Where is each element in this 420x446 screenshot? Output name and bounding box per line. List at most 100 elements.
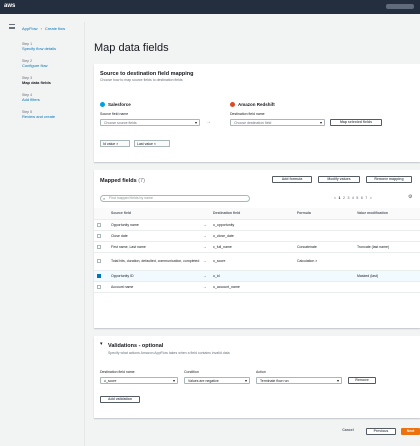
panel-subtitle: Specify what actions Amazon AppFlow take… <box>108 351 230 355</box>
destination-field-select[interactable]: Choose destination field <box>230 119 325 126</box>
pagination-page[interactable]: 1 <box>339 196 341 200</box>
pagination-page[interactable]: 5 <box>356 196 358 200</box>
modification-cell <box>354 219 420 231</box>
table-row[interactable]: Account name → o_account_name <box>94 281 420 293</box>
source-field-cell: Account name <box>108 281 200 293</box>
formula-cell: Calculation × <box>294 252 354 271</box>
row-checkbox-cell <box>94 241 108 253</box>
step-label[interactable]: Add filters <box>22 97 82 102</box>
source-field-label: Source field name <box>100 112 129 116</box>
row-checkbox-cell <box>94 252 108 271</box>
source-connector-name: Salesforce <box>108 102 131 107</box>
search-input[interactable]: ⌕ Find mapped fields by name <box>100 195 250 202</box>
remove-mapping-button[interactable]: Remove mapping <box>366 176 412 183</box>
add-formula-button[interactable]: Add formula <box>272 176 312 183</box>
arrow-right-icon: → <box>206 119 211 125</box>
column-header-destination[interactable]: Destination field <box>210 208 294 220</box>
wizard-step-2[interactable]: Step 2 Configure flow <box>22 59 82 68</box>
arrow-right-icon: → <box>200 281 210 293</box>
validation-field-select[interactable]: o_score <box>100 377 178 384</box>
page-title: Map data fields <box>94 42 169 54</box>
table-row-selected[interactable]: Opportunity ID → o_id Masked (last) <box>94 270 420 282</box>
wizard-step-1[interactable]: Step 1 Specify flow details <box>22 42 82 51</box>
remove-validation-button[interactable]: Remove <box>348 377 376 384</box>
wizard-step-5[interactable]: Step 5 Review and create <box>22 110 82 119</box>
arrow-header <box>200 208 210 220</box>
source-field-cell: Opportunity ID <box>108 270 200 282</box>
wizard-steps: Step 1 Specify flow details Step 2 Configu… <box>22 42 82 127</box>
row-checkbox-cell <box>94 219 108 231</box>
step-label[interactable]: Specify flow details <box>22 46 82 51</box>
selected-field-token[interactable]: Id value × <box>100 140 130 147</box>
add-validation-button[interactable]: Add validation <box>100 396 140 403</box>
select-all-header <box>94 208 108 220</box>
column-header-modification[interactable]: Value modification <box>354 208 420 220</box>
modify-values-button[interactable]: Modify values <box>318 176 360 183</box>
table-row[interactable]: Close date → o_close_date <box>94 230 420 242</box>
column-header-source[interactable]: Source field <box>108 208 200 220</box>
validation-action-select[interactable]: Terminate flow run <box>256 377 342 384</box>
pagination-next[interactable]: > <box>370 196 372 200</box>
row-checkbox-checked[interactable] <box>97 273 101 278</box>
pagination-page[interactable]: 2 <box>343 196 345 200</box>
search-icon: ⌕ <box>103 196 106 201</box>
pagination-page[interactable]: 3 <box>347 196 349 200</box>
selected-field-token[interactable]: Last value × <box>134 140 170 147</box>
row-checkbox[interactable] <box>97 233 101 238</box>
destination-field-cell: o_id <box>210 270 294 282</box>
action-label: Action <box>256 370 266 374</box>
panel-subtitle: Choose how to map source fields to desti… <box>100 78 183 82</box>
pagination-page[interactable]: 4 <box>352 196 354 200</box>
aws-logo[interactable]: aws <box>4 3 15 9</box>
table-row[interactable]: Opportunity name → o_opportunity <box>94 219 420 231</box>
validation-condition-select[interactable]: Values are negative <box>184 377 250 384</box>
formula-cell <box>294 281 354 293</box>
breadcrumb: AppFlow › Create flow <box>22 26 65 31</box>
formula-cell: Concatenate <box>294 241 354 253</box>
source-field-cell: First name, Last name <box>108 241 200 253</box>
breadcrumb-separator: › <box>40 26 42 31</box>
row-checkbox[interactable] <box>97 222 101 227</box>
cancel-button[interactable]: Cancel <box>336 428 360 435</box>
mapped-fields-table: Source field Destination field Formula V… <box>94 208 420 293</box>
caret-down-icon[interactable]: ▾ <box>100 341 103 347</box>
arrow-right-icon: → <box>200 219 210 231</box>
row-checkbox-cell <box>94 270 108 282</box>
pagination-prev[interactable]: < <box>334 196 336 200</box>
source-field-cell: Total hits, duration, defaulted, communi… <box>108 252 200 271</box>
modification-cell <box>354 281 420 293</box>
panel-title[interactable]: Validations - optional <box>108 343 163 349</box>
row-checkbox[interactable] <box>97 259 101 264</box>
menu-icon[interactable] <box>9 24 15 29</box>
gear-icon[interactable]: ⚙ <box>408 194 412 200</box>
formula-cell <box>294 270 354 282</box>
destination-field-label: Destination field name <box>230 112 265 116</box>
row-checkbox[interactable] <box>97 244 101 249</box>
wizard-step-4[interactable]: Step 4 Add filters <box>22 93 82 102</box>
table-row[interactable]: Total hits, duration, defaulted, communi… <box>94 252 420 271</box>
sidebar-divider <box>84 22 85 446</box>
pagination-page[interactable]: 7 <box>365 196 367 200</box>
destination-field-cell: o_account_name <box>210 281 294 293</box>
row-checkbox-cell <box>94 281 108 293</box>
step-label[interactable]: Configure flow <box>22 63 82 68</box>
arrow-right-icon: → <box>200 252 210 271</box>
breadcrumb-item-create-flow[interactable]: Create flow <box>45 26 65 31</box>
table-row[interactable]: First name, Last name → c_full_name Conc… <box>94 241 420 253</box>
mapped-fields-title: Mapped fields <box>100 178 137 184</box>
row-checkbox[interactable] <box>97 284 101 289</box>
next-button[interactable]: Next <box>401 428 420 435</box>
source-field-select[interactable]: Choose source fields <box>100 119 200 126</box>
modification-cell <box>354 230 420 242</box>
formula-cell <box>294 230 354 242</box>
validations-panel: ▾ Validations - optional Specify what ac… <box>94 336 420 418</box>
map-selected-fields-button[interactable]: Map selected fields <box>330 119 382 126</box>
breadcrumb-item-appflow[interactable]: AppFlow <box>22 26 38 31</box>
column-header-formula[interactable]: Formula <box>294 208 354 220</box>
search-placeholder: Find mapped fields by name <box>109 196 153 200</box>
account-menu[interactable] <box>386 4 414 9</box>
pagination-page[interactable]: 6 <box>361 196 363 200</box>
previous-button[interactable]: Previous <box>366 428 396 435</box>
step-label[interactable]: Review and create <box>22 114 82 119</box>
panel-title: Source to destination field mapping <box>100 71 194 77</box>
